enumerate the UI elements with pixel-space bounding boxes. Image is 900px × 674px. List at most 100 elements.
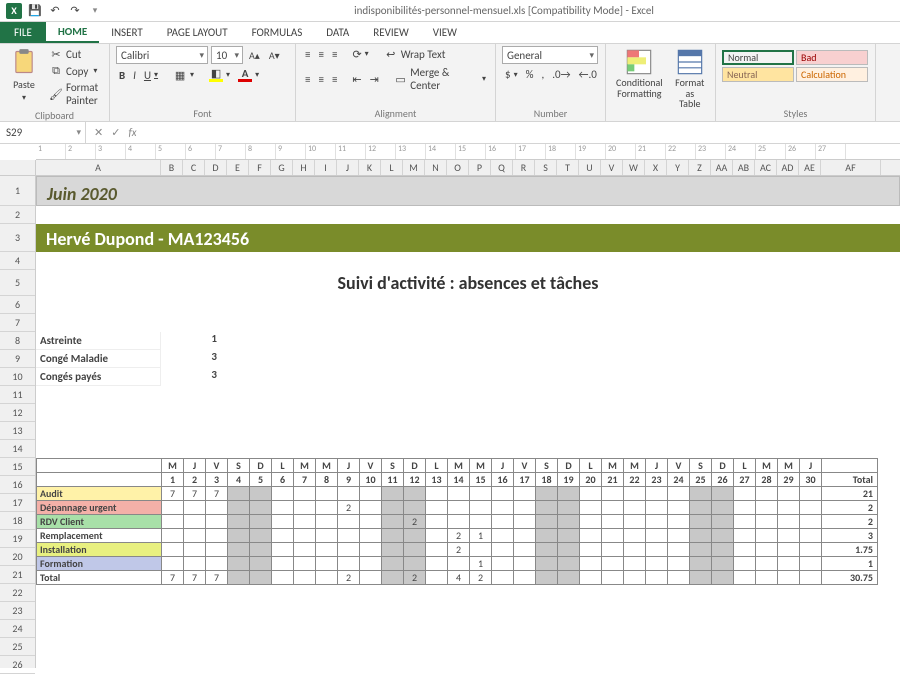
day-cell[interactable] [756, 487, 778, 501]
day-cell[interactable] [206, 543, 228, 557]
day-cell[interactable] [756, 529, 778, 543]
day-cell[interactable] [690, 543, 712, 557]
row-header[interactable]: 9 [0, 350, 35, 368]
day-cell[interactable] [470, 543, 492, 557]
day-cell[interactable] [646, 557, 668, 571]
column-header[interactable]: P [469, 160, 491, 175]
day-cell[interactable] [624, 487, 646, 501]
day-cell[interactable] [294, 529, 316, 543]
day-cell[interactable] [734, 529, 756, 543]
row-header[interactable]: 12 [0, 404, 35, 422]
row-header[interactable]: 19 [0, 530, 35, 548]
day-cell[interactable] [426, 515, 448, 529]
column-header[interactable]: Q [491, 160, 513, 175]
day-cell[interactable] [602, 515, 624, 529]
day-cell[interactable] [492, 515, 514, 529]
day-cell[interactable] [580, 557, 602, 571]
day-cell[interactable] [316, 501, 338, 515]
day-cell[interactable] [734, 487, 756, 501]
row-header[interactable]: 23 [0, 602, 35, 620]
day-cell[interactable] [536, 515, 558, 529]
day-cell[interactable] [206, 529, 228, 543]
row-header[interactable]: 4 [0, 252, 35, 270]
column-header[interactable]: E [227, 160, 249, 175]
align-right-button[interactable]: ≡ [329, 72, 340, 87]
day-cell[interactable] [382, 515, 404, 529]
row-header[interactable]: 20 [0, 548, 35, 566]
column-header[interactable]: B [161, 160, 183, 175]
day-cell[interactable] [162, 529, 184, 543]
day-cell[interactable] [426, 543, 448, 557]
column-header[interactable]: Y [667, 160, 689, 175]
day-cell[interactable]: 7 [184, 487, 206, 501]
day-cell[interactable] [734, 515, 756, 529]
day-cell[interactable] [404, 529, 426, 543]
day-cell[interactable] [338, 543, 360, 557]
tab-formulas[interactable]: FORMULAS [240, 22, 315, 43]
tab-data[interactable]: DATA [314, 22, 361, 43]
day-cell[interactable] [492, 543, 514, 557]
column-header[interactable]: U [579, 160, 601, 175]
day-cell[interactable] [668, 501, 690, 515]
day-cell[interactable] [514, 515, 536, 529]
day-cell[interactable] [690, 557, 712, 571]
day-cell[interactable] [558, 515, 580, 529]
column-header[interactable]: C [183, 160, 205, 175]
name-box[interactable]: S29 [0, 122, 86, 143]
day-cell[interactable] [250, 529, 272, 543]
day-cell[interactable] [492, 557, 514, 571]
day-cell[interactable] [360, 543, 382, 557]
day-cell[interactable] [580, 529, 602, 543]
day-cell[interactable] [294, 487, 316, 501]
day-cell[interactable] [162, 501, 184, 515]
day-cell[interactable] [734, 557, 756, 571]
cut-button[interactable]: ✂Cut [46, 46, 103, 62]
number-format-select[interactable]: General [502, 46, 598, 64]
day-cell[interactable] [228, 543, 250, 557]
day-cell[interactable] [316, 543, 338, 557]
day-cell[interactable]: 1 [470, 529, 492, 543]
day-cell[interactable] [602, 557, 624, 571]
day-cell[interactable] [448, 501, 470, 515]
day-cell[interactable] [448, 515, 470, 529]
column-header[interactable]: N [425, 160, 447, 175]
day-cell[interactable] [778, 501, 800, 515]
day-cell[interactable] [360, 529, 382, 543]
row-header[interactable]: 7 [0, 314, 35, 332]
row-header[interactable]: 16 [0, 476, 35, 494]
column-header[interactable]: W [623, 160, 645, 175]
conditional-formatting-button[interactable]: Conditional Formatting [612, 46, 667, 101]
day-cell[interactable] [558, 487, 580, 501]
day-cell[interactable] [184, 529, 206, 543]
row-header[interactable]: 25 [0, 638, 35, 656]
day-cell[interactable] [470, 515, 492, 529]
day-cell[interactable] [228, 515, 250, 529]
day-cell[interactable] [778, 543, 800, 557]
day-cell[interactable] [162, 543, 184, 557]
day-cell[interactable] [778, 557, 800, 571]
format-painter-button[interactable]: 🖌Format Painter [46, 80, 103, 108]
day-cell[interactable] [756, 515, 778, 529]
tab-file[interactable]: FILE [0, 22, 46, 43]
row-header[interactable]: 2 [0, 206, 35, 224]
day-cell[interactable] [426, 501, 448, 515]
day-cell[interactable] [536, 529, 558, 543]
day-cell[interactable] [712, 529, 734, 543]
fill-color-button[interactable]: ◧▾ [206, 67, 233, 83]
day-cell[interactable] [404, 557, 426, 571]
day-cell[interactable] [712, 557, 734, 571]
wrap-text-button[interactable]: ↩Wrap Text [381, 46, 449, 62]
style-normal[interactable]: Normal [722, 50, 794, 65]
day-cell[interactable] [602, 543, 624, 557]
day-cell[interactable] [272, 487, 294, 501]
day-cell[interactable] [316, 557, 338, 571]
day-cell[interactable] [646, 515, 668, 529]
day-cell[interactable] [272, 557, 294, 571]
day-cell[interactable] [294, 501, 316, 515]
row-header[interactable]: 3 [0, 224, 35, 252]
day-cell[interactable] [206, 515, 228, 529]
day-cell[interactable] [712, 501, 734, 515]
day-cell[interactable] [294, 557, 316, 571]
day-cell[interactable] [294, 543, 316, 557]
day-cell[interactable] [250, 487, 272, 501]
